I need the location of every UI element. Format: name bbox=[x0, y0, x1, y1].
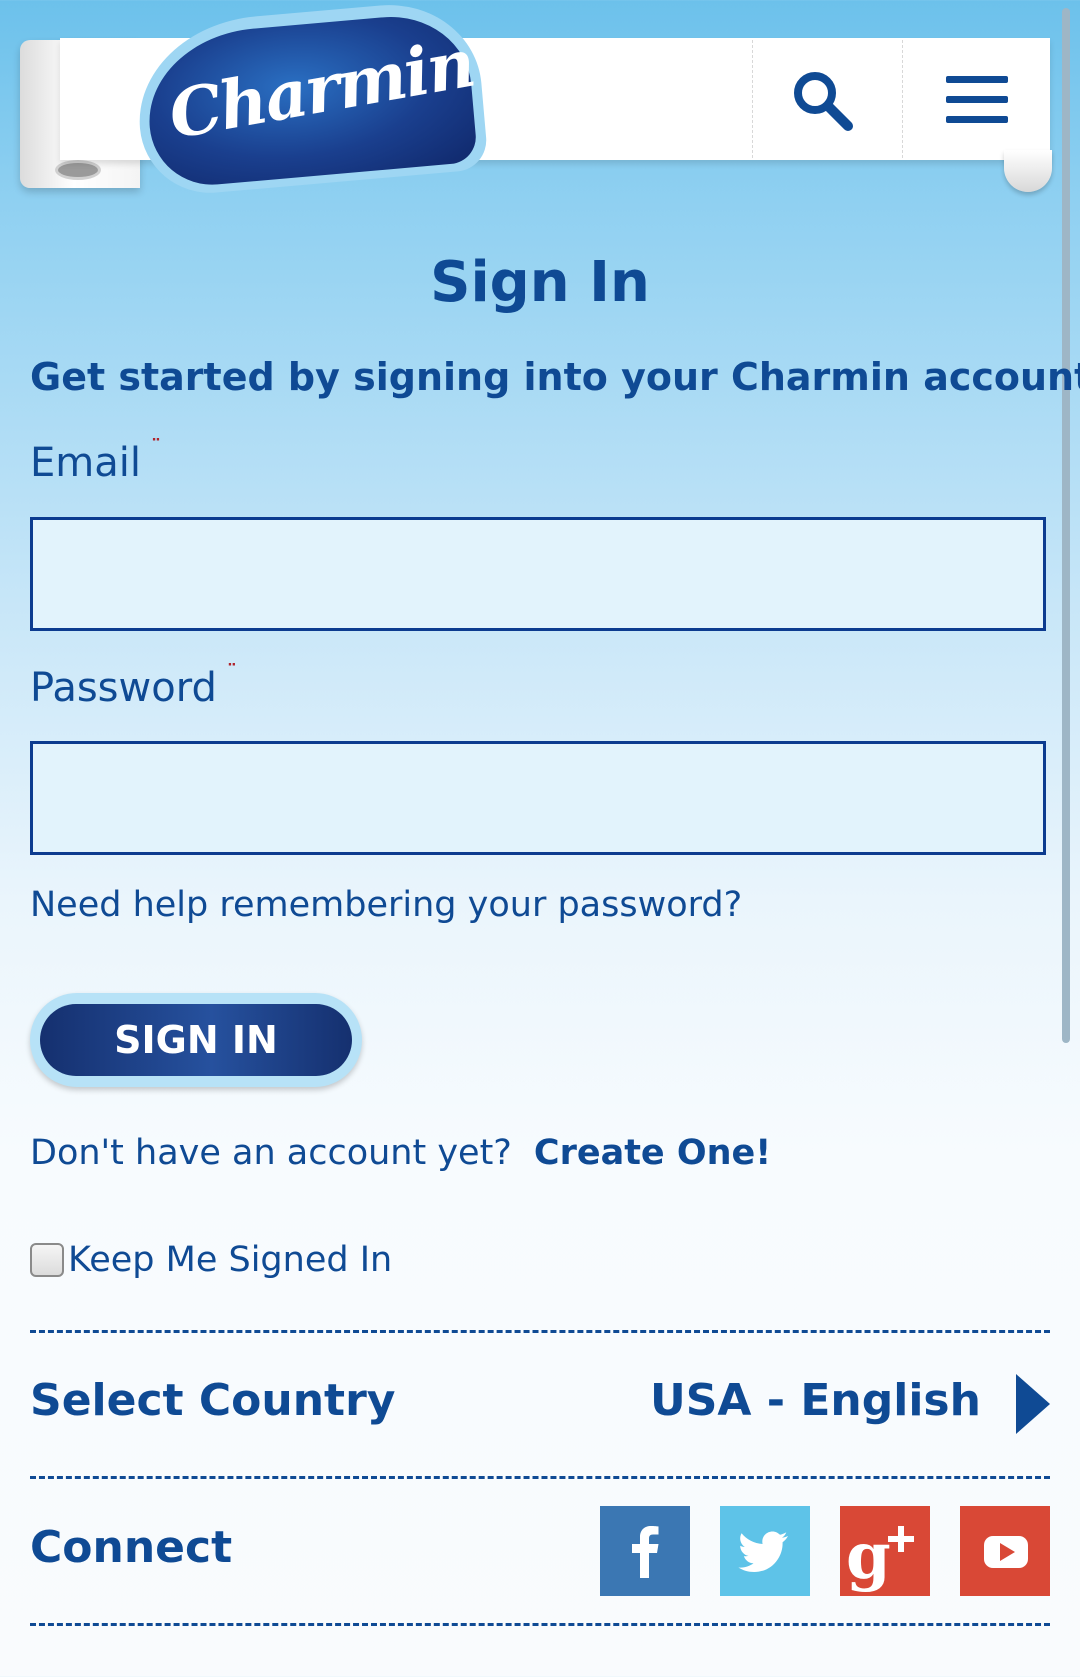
hamburger-menu-icon bbox=[946, 76, 1008, 123]
keep-signed-in-label[interactable]: Keep Me Signed In bbox=[68, 1240, 392, 1280]
youtube-icon[interactable] bbox=[960, 1506, 1050, 1596]
create-account-link[interactable]: Create One! bbox=[534, 1133, 771, 1173]
facebook-icon[interactable] bbox=[600, 1506, 690, 1596]
no-account-text: Don't have an account yet? bbox=[30, 1133, 512, 1173]
menu-button[interactable] bbox=[902, 42, 1052, 158]
divider bbox=[30, 1476, 1050, 1479]
page-title: Sign In bbox=[430, 250, 650, 315]
site-header: Charmin bbox=[0, 0, 1080, 200]
sign-in-button[interactable]: SIGN IN bbox=[40, 1004, 352, 1076]
search-button[interactable] bbox=[752, 42, 892, 158]
twitter-icon[interactable] bbox=[720, 1506, 810, 1596]
country-value[interactable]: USA - English bbox=[650, 1375, 981, 1426]
create-account-row: Don't have an account yet? Create One! bbox=[30, 1133, 771, 1173]
connect-label: Connect bbox=[30, 1522, 233, 1573]
page-scrollbar[interactable] bbox=[1062, 8, 1070, 1043]
email-label: Email ¨ bbox=[30, 435, 161, 486]
google-plus-glyph: g bbox=[846, 1519, 914, 1594]
required-marker: ¨ bbox=[150, 435, 161, 459]
youtube-play-glyph bbox=[984, 1536, 1028, 1568]
email-field[interactable] bbox=[30, 517, 1046, 631]
search-icon bbox=[794, 72, 853, 131]
email-label-text: Email bbox=[30, 440, 141, 486]
svg-text:g: g bbox=[846, 1519, 891, 1594]
required-marker: ¨ bbox=[226, 660, 237, 684]
password-label: Password ¨ bbox=[30, 660, 237, 711]
divider bbox=[30, 1330, 1050, 1333]
keep-signed-in-checkbox[interactable] bbox=[30, 1243, 64, 1277]
select-country-label[interactable]: Select Country bbox=[30, 1375, 395, 1426]
twitter-bird-glyph bbox=[738, 1531, 788, 1572]
google-plus-icon[interactable]: g bbox=[840, 1506, 930, 1596]
facebook-glyph bbox=[632, 1526, 659, 1578]
forgot-password-link[interactable]: Need help remembering your password? bbox=[30, 885, 742, 925]
page-subtitle: Get started by signing into your Charmin… bbox=[30, 355, 1080, 399]
password-field[interactable] bbox=[30, 741, 1046, 855]
keep-signed-in-row[interactable]: Keep Me Signed In bbox=[30, 1240, 392, 1280]
chevron-right-icon[interactable] bbox=[1016, 1374, 1050, 1434]
divider bbox=[30, 1623, 1050, 1626]
password-label-text: Password bbox=[30, 665, 217, 711]
